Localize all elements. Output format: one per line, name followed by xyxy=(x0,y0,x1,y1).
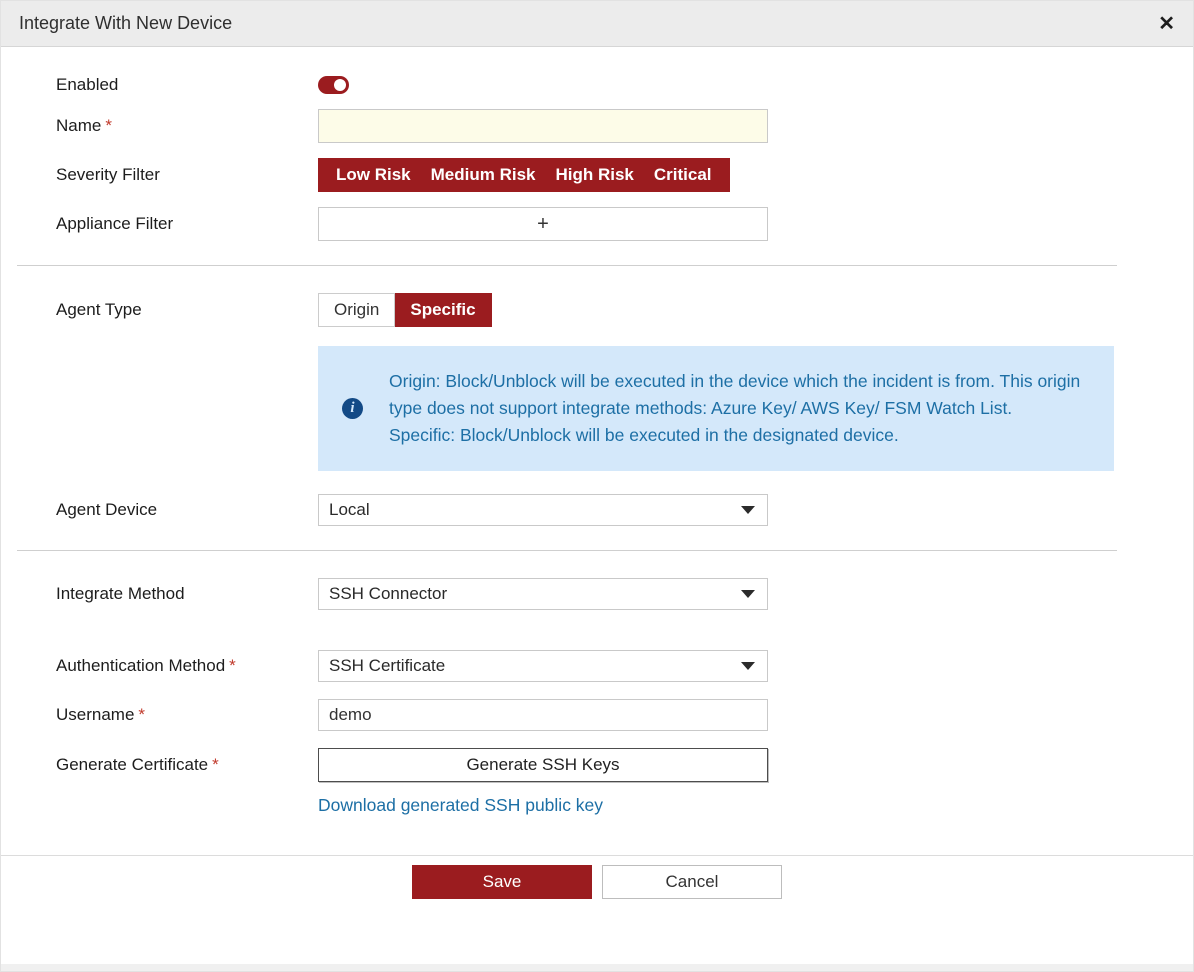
required-asterisk: * xyxy=(105,116,112,135)
authentication-method-label: Authentication Method* xyxy=(56,656,318,676)
username-label: Username* xyxy=(56,705,318,725)
agent-type-option-origin[interactable]: Origin xyxy=(318,293,395,327)
agent-type-label: Agent Type xyxy=(56,300,318,320)
severity-filter-bar: Low Risk Medium Risk High Risk Critical xyxy=(318,158,730,192)
generate-certificate-label: Generate Certificate* xyxy=(56,755,318,775)
row-authentication-method: Authentication Method* SSH Certificate xyxy=(1,650,1193,682)
row-enabled: Enabled xyxy=(1,75,1193,95)
integrate-method-value: SSH Connector xyxy=(329,584,447,604)
enabled-toggle[interactable] xyxy=(318,76,349,94)
authentication-method-select[interactable]: SSH Certificate xyxy=(318,650,768,682)
severity-filter-label: Severity Filter xyxy=(56,165,318,185)
row-integrate-method: Integrate Method SSH Connector xyxy=(1,578,1193,610)
severity-option-low-risk[interactable]: Low Risk xyxy=(326,165,421,185)
dialog-footer: Save Cancel xyxy=(1,855,1193,899)
agent-device-value: Local xyxy=(329,500,370,520)
severity-option-critical[interactable]: Critical xyxy=(644,165,722,185)
info-icon: i xyxy=(342,398,363,419)
generate-ssh-keys-button[interactable]: Generate SSH Keys xyxy=(318,748,768,782)
chevron-down-icon xyxy=(741,590,755,598)
agent-device-label: Agent Device xyxy=(56,500,318,520)
row-agent-device: Agent Device Local xyxy=(1,494,1193,526)
row-username: Username* xyxy=(1,699,1193,731)
download-public-key-link[interactable]: Download generated SSH public key xyxy=(318,795,603,815)
required-asterisk: * xyxy=(229,656,236,675)
dialog-header: Integrate With New Device ✕ xyxy=(1,1,1193,47)
appliance-filter-add-button[interactable]: + xyxy=(318,207,768,241)
authentication-method-value: SSH Certificate xyxy=(329,656,445,676)
section-divider xyxy=(17,550,1117,551)
cancel-button[interactable]: Cancel xyxy=(602,865,782,899)
chevron-down-icon xyxy=(741,506,755,514)
info-note-line2: Specific: Block/Unblock will be executed… xyxy=(389,422,1084,449)
name-label: Name* xyxy=(56,116,318,136)
severity-option-high-risk[interactable]: High Risk xyxy=(545,165,643,185)
close-icon[interactable]: ✕ xyxy=(1158,14,1175,34)
dialog-title: Integrate With New Device xyxy=(19,13,232,34)
name-input[interactable] xyxy=(318,109,768,143)
row-info-note: i Origin: Block/Unblock will be executed… xyxy=(1,346,1193,471)
row-generate-certificate: Generate Certificate* Generate SSH Keys xyxy=(1,748,1193,782)
row-agent-type: Agent Type Origin Specific xyxy=(1,293,1193,327)
save-button[interactable]: Save xyxy=(412,865,592,899)
info-note-text: Origin: Block/Unblock will be executed i… xyxy=(389,368,1084,449)
severity-option-medium-risk[interactable]: Medium Risk xyxy=(421,165,546,185)
agent-type-segment: Origin Specific xyxy=(318,293,492,327)
chevron-down-icon xyxy=(741,662,755,670)
required-asterisk: * xyxy=(138,705,145,724)
required-asterisk: * xyxy=(212,755,219,774)
row-appliance-filter: Appliance Filter + xyxy=(1,207,1193,241)
row-name: Name* xyxy=(1,109,1193,143)
section-divider xyxy=(17,265,1117,266)
appliance-filter-label: Appliance Filter xyxy=(56,214,318,234)
enabled-label: Enabled xyxy=(56,75,318,95)
integrate-method-label: Integrate Method xyxy=(56,584,318,604)
agent-type-option-specific[interactable]: Specific xyxy=(395,293,491,327)
info-note-line1: Origin: Block/Unblock will be executed i… xyxy=(389,368,1084,422)
row-download-link: Download generated SSH public key xyxy=(1,795,1193,816)
info-note: i Origin: Block/Unblock will be executed… xyxy=(318,346,1114,471)
integrate-method-select[interactable]: SSH Connector xyxy=(318,578,768,610)
integration-form: Enabled Name* Severity Filter Low Risk M… xyxy=(1,47,1193,899)
plus-icon: + xyxy=(537,213,549,236)
toggle-knob xyxy=(334,79,346,91)
page-bottom-strip xyxy=(1,964,1193,971)
row-severity-filter: Severity Filter Low Risk Medium Risk Hig… xyxy=(1,158,1193,192)
agent-device-select[interactable]: Local xyxy=(318,494,768,526)
username-input[interactable] xyxy=(318,699,768,731)
